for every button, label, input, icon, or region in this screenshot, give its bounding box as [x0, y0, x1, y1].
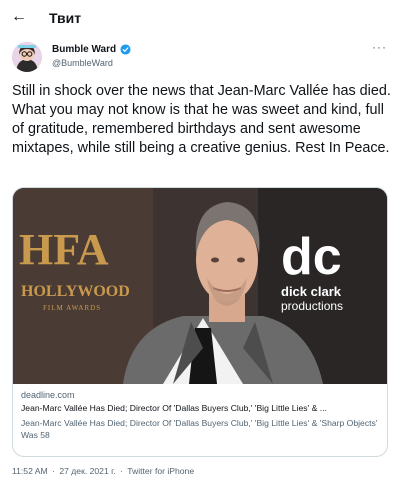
card-title: Jean-Marc Vallée Has Died; Director Of '…: [21, 403, 327, 413]
hfa-text: HFA: [19, 225, 109, 274]
author-name[interactable]: Bumble Ward: [52, 44, 116, 55]
tweet-date[interactable]: 27 дек. 2021 г.: [59, 466, 115, 476]
avatar[interactable]: [12, 42, 42, 72]
hollywood-text: HOLLYWOOD: [21, 283, 130, 300]
tweet-text: Still in shock over the news that Jean-M…: [12, 83, 391, 156]
card-body: deadline.com Jean-Marc Vallée Has Died; …: [21, 390, 381, 441]
avatar-image: [12, 42, 42, 72]
more-horizontal-icon: ···: [372, 40, 387, 54]
tweet-metadata: 11:52 AM · 27 дек. 2021 г. · Twitter for…: [12, 466, 194, 476]
film-awards-text: FILM AWARDS: [43, 304, 101, 312]
card-domain: deadline.com: [21, 390, 75, 400]
dick-clark-text: dick clark: [281, 284, 342, 299]
author-row: Bumble Ward: [52, 44, 131, 55]
arrow-left-icon: ←: [11, 8, 27, 25]
link-card[interactable]: HFA HOLLYWOOD FILM AWARDS dc dick clark …: [12, 187, 388, 457]
page-title: Твит: [49, 10, 82, 26]
back-button[interactable]: ←: [8, 6, 30, 28]
tweet-time[interactable]: 11:52 AM: [12, 466, 48, 476]
verified-badge-icon: [120, 44, 131, 55]
card-description: Jean-Marc Vallée Has Died; Director Of '…: [21, 418, 378, 440]
top-bar: ← Твит: [0, 0, 403, 36]
card-image: HFA HOLLYWOOD FILM AWARDS dc dick clark …: [13, 188, 387, 384]
meta-separator: ·: [119, 466, 123, 476]
tweet-source[interactable]: Twitter for iPhone: [127, 466, 194, 476]
author-handle[interactable]: @BumbleWard: [52, 58, 113, 68]
meta-separator: ·: [52, 466, 55, 476]
dc-logo-text: dc: [281, 228, 342, 286]
productions-text: productions: [281, 299, 343, 313]
more-options-button[interactable]: ···: [372, 40, 390, 56]
